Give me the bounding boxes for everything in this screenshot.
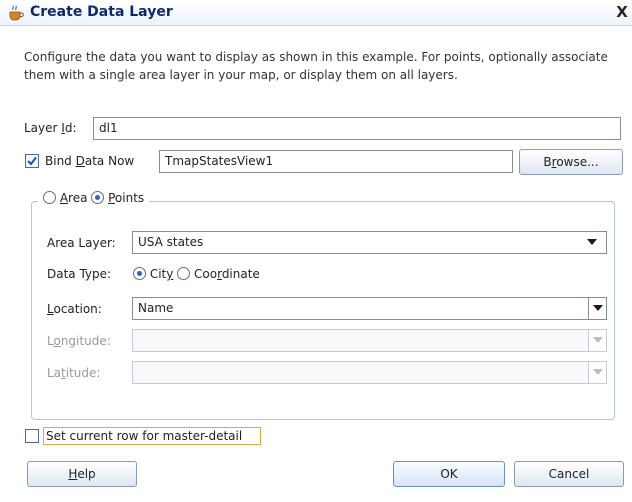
data-source-input[interactable]: TmapStatesView1 [159, 150, 513, 173]
city-radio[interactable] [133, 267, 146, 280]
checkmark-icon [27, 156, 37, 166]
dialog-description: Configure the data you want to display a… [24, 50, 608, 82]
area-radio-label[interactable]: Area [60, 191, 88, 205]
title-bar: Create Data Layer X [0, 0, 632, 26]
area-layer-label: Area Layer: [47, 236, 116, 250]
data-type-label: Data Type: [47, 267, 112, 281]
longitude-combobox [132, 329, 607, 352]
location-label: Location: [47, 302, 102, 316]
coordinate-radio-label[interactable]: Coordinate [194, 267, 260, 281]
points-radio-label[interactable]: Points [108, 191, 144, 205]
coordinate-radio[interactable] [177, 267, 191, 280]
city-radio-label[interactable]: City [150, 267, 174, 281]
area-layer-value: USA states [138, 235, 204, 249]
data-type-radios: City Coordinate [133, 267, 260, 281]
window-title: Create Data Layer [30, 4, 173, 20]
master-detail-label[interactable]: Set current row for master-detail [46, 429, 242, 443]
layer-id-input[interactable]: dl1 [93, 117, 621, 140]
ok-button[interactable]: OK [393, 461, 505, 487]
area-layer-select[interactable]: USA states [132, 231, 607, 254]
help-button[interactable]: Help [27, 461, 137, 487]
coffee-cup-icon [9, 5, 24, 21]
location-combobox[interactable]: Name [132, 297, 607, 320]
bind-data-now-checkbox[interactable] [25, 154, 39, 168]
location-dropdown-button[interactable] [588, 298, 606, 319]
latitude-label: Latitude: [47, 366, 101, 380]
layer-id-label: Layer Id: [24, 121, 77, 135]
longitude-label: Longitude: [47, 334, 111, 348]
layer-type-radios: Area Points [38, 191, 150, 211]
points-radio[interactable] [91, 191, 105, 204]
location-value: Name [138, 301, 174, 315]
chevron-down-icon [593, 369, 603, 375]
latitude-dropdown-button [588, 362, 606, 383]
close-icon[interactable]: X [614, 3, 630, 21]
master-detail-checkbox[interactable] [25, 429, 39, 443]
longitude-dropdown-button [588, 330, 606, 351]
chevron-down-icon [593, 305, 603, 311]
bind-data-now-label[interactable]: Bind Data Now [45, 154, 134, 168]
chevron-down-icon [587, 239, 597, 245]
cancel-button[interactable]: Cancel [514, 461, 624, 487]
area-radio[interactable] [43, 191, 56, 204]
browse-button[interactable]: Browse... [519, 149, 623, 175]
latitude-combobox [132, 361, 607, 384]
chevron-down-icon [593, 337, 603, 343]
